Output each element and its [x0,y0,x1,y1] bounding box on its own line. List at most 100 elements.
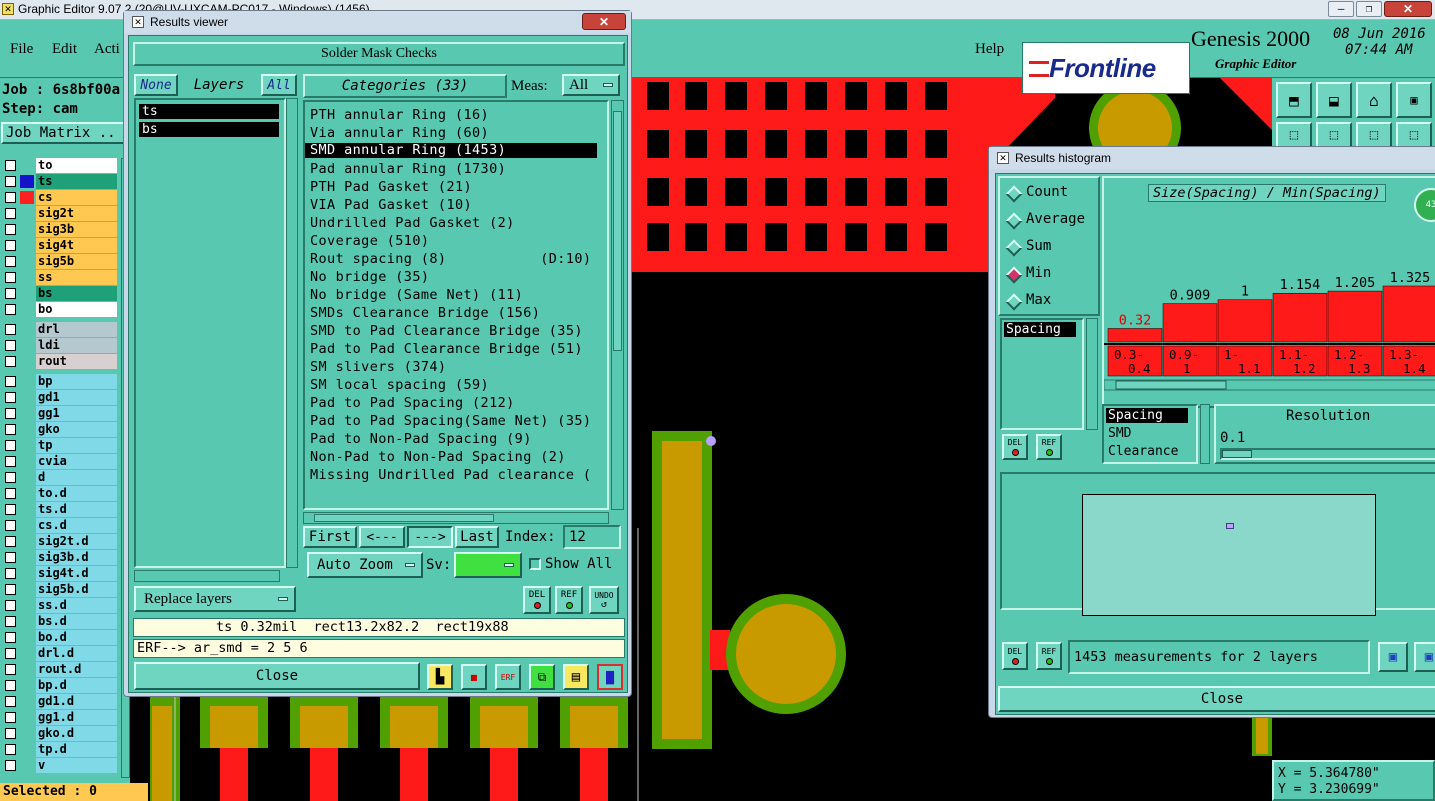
minimize-button[interactable]: — [1328,1,1354,17]
first-button[interactable]: First [303,526,357,548]
category-item[interactable]: Coverage (510) [305,232,607,250]
layer-status-indicator[interactable] [20,407,34,420]
job-matrix-button[interactable]: Job Matrix .. [1,122,125,144]
layer-checkbox[interactable] [5,160,16,171]
layer-checkbox[interactable] [5,600,16,611]
layer-status-indicator[interactable] [20,711,34,724]
layer-row-ldi[interactable]: ldi [1,338,119,353]
auto-zoom-dropdown[interactable]: Auto Zoom [307,552,423,578]
layer-status-indicator[interactable] [20,271,34,284]
layer-row-tp-d[interactable]: tp.d [1,742,119,757]
layer-row-bs[interactable]: bs [1,286,119,301]
layer-row-sig2t-d[interactable]: sig2t.d [1,534,119,549]
layer-checkbox[interactable] [5,680,16,691]
layer-row-sig5b[interactable]: sig5b [1,254,119,269]
layer-name[interactable]: cs [36,190,117,205]
layer-name[interactable]: gd1.d [36,694,117,709]
layer-status-indicator[interactable] [20,191,34,204]
layer-checkbox[interactable] [5,392,16,403]
layer-checkbox[interactable] [5,728,16,739]
hist-bar[interactable] [1217,299,1273,343]
category-item[interactable]: PTH Pad Gasket (21) [305,178,607,196]
hist-bar[interactable] [1107,328,1163,343]
layer-status-indicator[interactable] [20,303,34,316]
layer-checkbox[interactable] [5,744,16,755]
layer-row-to[interactable]: to [1,158,119,173]
rv-del-button[interactable]: DEL [523,586,551,614]
layer-name[interactable]: bo [36,302,117,317]
hist-close-button[interactable]: Close [998,686,1435,712]
layer-row-tp[interactable]: tp [1,438,119,453]
layer-row-gg1-d[interactable]: gg1.d [1,710,119,725]
layer-checkbox[interactable] [5,712,16,723]
layer-status-indicator[interactable] [20,695,34,708]
layer-name[interactable]: ldi [36,338,117,353]
category-item[interactable]: Undrilled Pad Gasket (2) [305,214,607,232]
layer-name[interactable]: to.d [36,486,117,501]
layer-checkbox[interactable] [5,440,16,451]
hist-ref-button[interactable]: REF [1036,642,1062,670]
hist-preview-box[interactable] [1082,494,1376,616]
show-all-checkbox[interactable] [529,558,541,570]
layer-checkbox[interactable] [5,664,16,675]
layer-name[interactable]: sig2t.d [36,534,117,549]
tool-icon-4[interactable]: ▣ [1396,82,1432,118]
selected-layer-ts[interactable]: ts [139,104,279,119]
layer-name[interactable]: bs.d [36,614,117,629]
category-item[interactable]: No bridge (35) [305,268,607,286]
hist-field-spacing[interactable]: Spacing [1106,408,1188,423]
layer-checkbox[interactable] [5,520,16,531]
hist-radio-sum[interactable] [1005,239,1023,257]
layer-status-indicator[interactable] [20,487,34,500]
category-item[interactable]: Non-Pad to Non-Pad Spacing (2) [305,448,607,466]
hist-bar[interactable] [1327,290,1383,343]
layer-status-indicator[interactable] [20,679,34,692]
layer-checkbox[interactable] [5,472,16,483]
layer-checkbox[interactable] [5,632,16,643]
menu-edit[interactable]: Edit [52,41,77,58]
layer-status-indicator[interactable] [20,663,34,676]
category-item[interactable]: SMD to Pad Clearance Bridge (35) [305,322,607,340]
layer-name[interactable]: bp.d [36,678,117,693]
layer-checkbox[interactable] [5,356,16,367]
layer-status-indicator[interactable] [20,455,34,468]
resolution-slider[interactable] [1220,448,1435,460]
hist-radio-max[interactable] [1005,293,1023,311]
category-item[interactable]: Pad annular Ring (1730) [305,160,607,178]
layer-status-indicator[interactable] [20,323,34,336]
layer-status-indicator[interactable] [20,255,34,268]
layer-status-indicator[interactable] [20,471,34,484]
hist-radio-count[interactable] [1005,185,1023,203]
layer-row-bo[interactable]: bo [1,302,119,317]
layer-status-indicator[interactable] [20,535,34,548]
category-item[interactable]: SMDs Clearance Bridge (156) [305,304,607,322]
layer-status-indicator[interactable] [20,223,34,236]
layer-name[interactable]: sig2t [36,206,117,221]
layer-row-sig5b-d[interactable]: sig5b.d [1,582,119,597]
rv-close-x-button[interactable]: ✕ [582,13,626,30]
category-item[interactable]: Rout spacing (8) (D:10) [305,250,607,268]
category-item[interactable]: SMD annular Ring (1453) [305,143,597,158]
layer-name[interactable]: rout [36,354,117,369]
layer-name[interactable]: bo.d [36,630,117,645]
none-button[interactable]: None [134,74,178,96]
resolution-slider-thumb[interactable] [1222,450,1252,458]
layer-checkbox[interactable] [5,208,16,219]
layer-name[interactable]: to [36,158,117,173]
layer-name[interactable]: ts.d [36,502,117,517]
layer-row-gd1-d[interactable]: gd1.d [1,694,119,709]
layer-status-indicator[interactable] [20,599,34,612]
tool-icon-8[interactable]: ⬚ [1396,122,1432,148]
rv-zoom-icon[interactable]: ⧉ [529,664,555,690]
layer-row-ts-d[interactable]: ts.d [1,502,119,517]
layer-row-cs-d[interactable]: cs.d [1,518,119,533]
layer-checkbox[interactable] [5,192,16,203]
layer-checkbox[interactable] [5,288,16,299]
layer-name[interactable]: sig3b.d [36,550,117,565]
layer-status-indicator[interactable] [20,503,34,516]
categories-vscroll[interactable] [611,100,624,510]
category-item[interactable]: SM local spacing (59) [305,376,607,394]
layer-status-indicator[interactable] [20,519,34,532]
replace-layers-button[interactable]: Replace layers [134,586,296,612]
layer-row-rout[interactable]: rout [1,354,119,369]
